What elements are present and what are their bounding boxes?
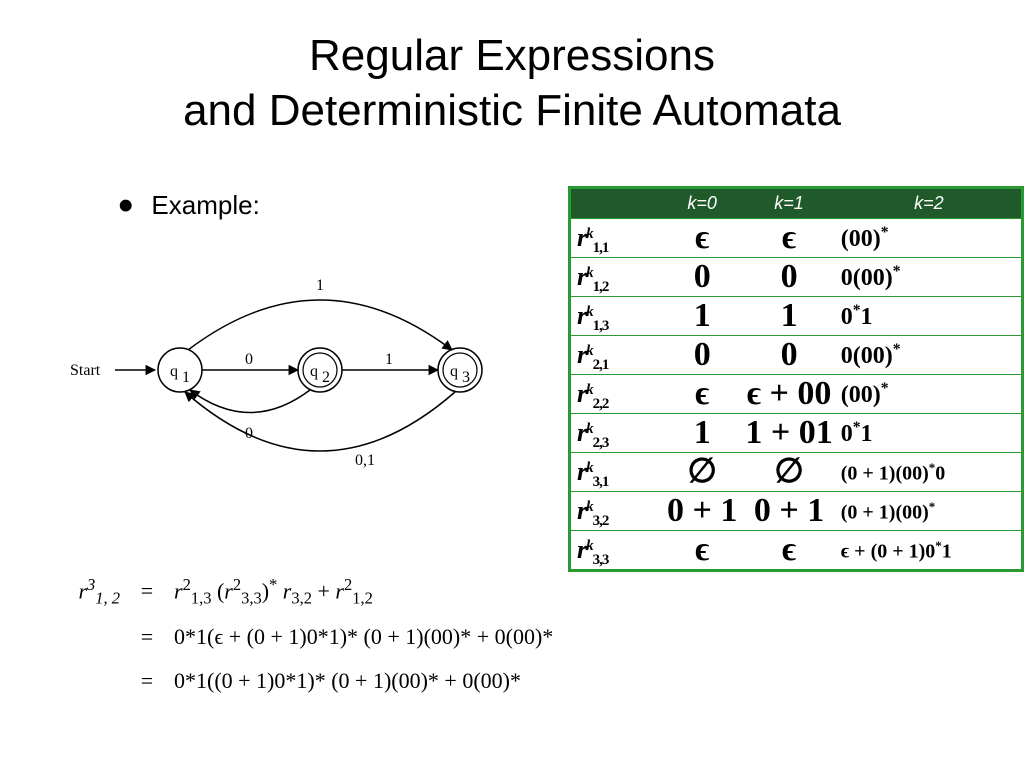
svg-text:2: 2 [322, 369, 330, 386]
table-row: rk3,1∅∅(0 + 1)(00)*0 [571, 452, 1021, 491]
edge-q1-q2-label: 0 [245, 351, 253, 368]
cell-k0: ϵ [663, 374, 741, 413]
derivation-line-3: 0*1((0 + 1)0*1)* (0 + 1)(00)* + 0(00)* [174, 659, 521, 703]
cell-k0: ϵ [663, 530, 741, 569]
title-line-2: and Deterministic Finite Automata [183, 86, 841, 135]
derivation-block: r31, 2 = r21,3 (r23,3)* r3,2 + r21,2 = 0… [70, 568, 553, 703]
example-bullet-row: • Example: [118, 190, 260, 234]
start-label: Start [70, 362, 101, 379]
cell-k2: (00)* [837, 374, 1021, 413]
table-row: rk3,20 + 10 + 1(0 + 1)(00)* [571, 491, 1021, 530]
row-label: rk1,3 [571, 296, 663, 335]
cell-k2: ϵ + (0 + 1)0*1 [837, 530, 1021, 569]
row-label: rk3,1 [571, 452, 663, 491]
table-row: rk2,1000(00)* [571, 335, 1021, 374]
row-label: rk2,2 [571, 374, 663, 413]
slide-title: Regular Expressions and Deterministic Fi… [0, 0, 1024, 138]
derivation-line-1: r21,3 (r23,3)* r3,2 + r21,2 [174, 568, 373, 615]
table-row: rk1,2000(00)* [571, 257, 1021, 296]
table-row: rk1,1ϵϵ(00)* [571, 218, 1021, 257]
derivation-lhs: r31, 2 [70, 568, 120, 615]
cell-k1: 0 [741, 257, 836, 296]
cell-k0: ϵ [663, 218, 741, 257]
cell-k0: 0 [663, 257, 741, 296]
cell-k0: 0 + 1 [663, 491, 741, 530]
cell-k2: 0*1 [837, 296, 1021, 335]
cell-k1: ϵ [741, 218, 836, 257]
cell-k2: (0 + 1)(00)* [837, 491, 1021, 530]
row-label: rk2,1 [571, 335, 663, 374]
equals-sign: = [138, 569, 156, 613]
cell-k1: 1 [741, 296, 836, 335]
dfa-diagram: Start q1 q2 q3 0 1 1 0 0,1 [60, 260, 520, 490]
kheader-blank [571, 189, 663, 218]
example-label: Example: [151, 190, 259, 221]
row-label: rk2,3 [571, 413, 663, 452]
kheader-0: k=0 [663, 189, 741, 218]
cell-k2: 0(00)* [837, 335, 1021, 374]
cell-k1: 1 + 01 [741, 413, 836, 452]
kheader-2: k=2 [837, 189, 1021, 218]
edge-q1-q3-label: 1 [316, 277, 324, 294]
derivation-line-2: 0*1(ϵ + (0 + 1)0*1)* (0 + 1)(00)* + 0(00… [174, 615, 553, 659]
cell-k0: 1 [663, 296, 741, 335]
cell-k1: 0 + 1 [741, 491, 836, 530]
kheader-1: k=1 [741, 189, 836, 218]
cell-k1: ϵ [741, 530, 836, 569]
edge-q3-q1-label: 0,1 [355, 452, 375, 469]
row-label: rk1,2 [571, 257, 663, 296]
cell-k2: (00)* [837, 218, 1021, 257]
table-row: rk1,3110*1 [571, 296, 1021, 335]
title-line-1: Regular Expressions [309, 31, 715, 80]
cell-k2: (0 + 1)(00)*0 [837, 452, 1021, 491]
cell-k2: 0(00)* [837, 257, 1021, 296]
svg-text:q: q [310, 363, 318, 380]
row-label: rk3,3 [571, 530, 663, 569]
cell-k1: ∅ [741, 452, 836, 491]
bullet-icon: • [118, 184, 133, 228]
cell-k1: ϵ + 00 [741, 374, 836, 413]
cell-k0: 1 [663, 413, 741, 452]
table-row: rk2,311 + 010*1 [571, 413, 1021, 452]
edge-q2-q3-label: 1 [385, 351, 393, 368]
k-table: k=0 k=1 k=2 rk1,1ϵϵ(00)*rk1,2000(00)*rk1… [568, 186, 1024, 572]
svg-text:1: 1 [182, 369, 190, 386]
svg-text:q: q [450, 363, 458, 380]
table-row: rk3,3ϵϵϵ + (0 + 1)0*1 [571, 530, 1021, 569]
cell-k1: 0 [741, 335, 836, 374]
row-label: rk3,2 [571, 491, 663, 530]
table-row: rk2,2ϵϵ + 00(00)* [571, 374, 1021, 413]
cell-k2: 0*1 [837, 413, 1021, 452]
svg-text:3: 3 [462, 369, 470, 386]
svg-text:q: q [170, 363, 178, 380]
cell-k0: 0 [663, 335, 741, 374]
row-label: rk1,1 [571, 218, 663, 257]
cell-k0: ∅ [663, 452, 741, 491]
